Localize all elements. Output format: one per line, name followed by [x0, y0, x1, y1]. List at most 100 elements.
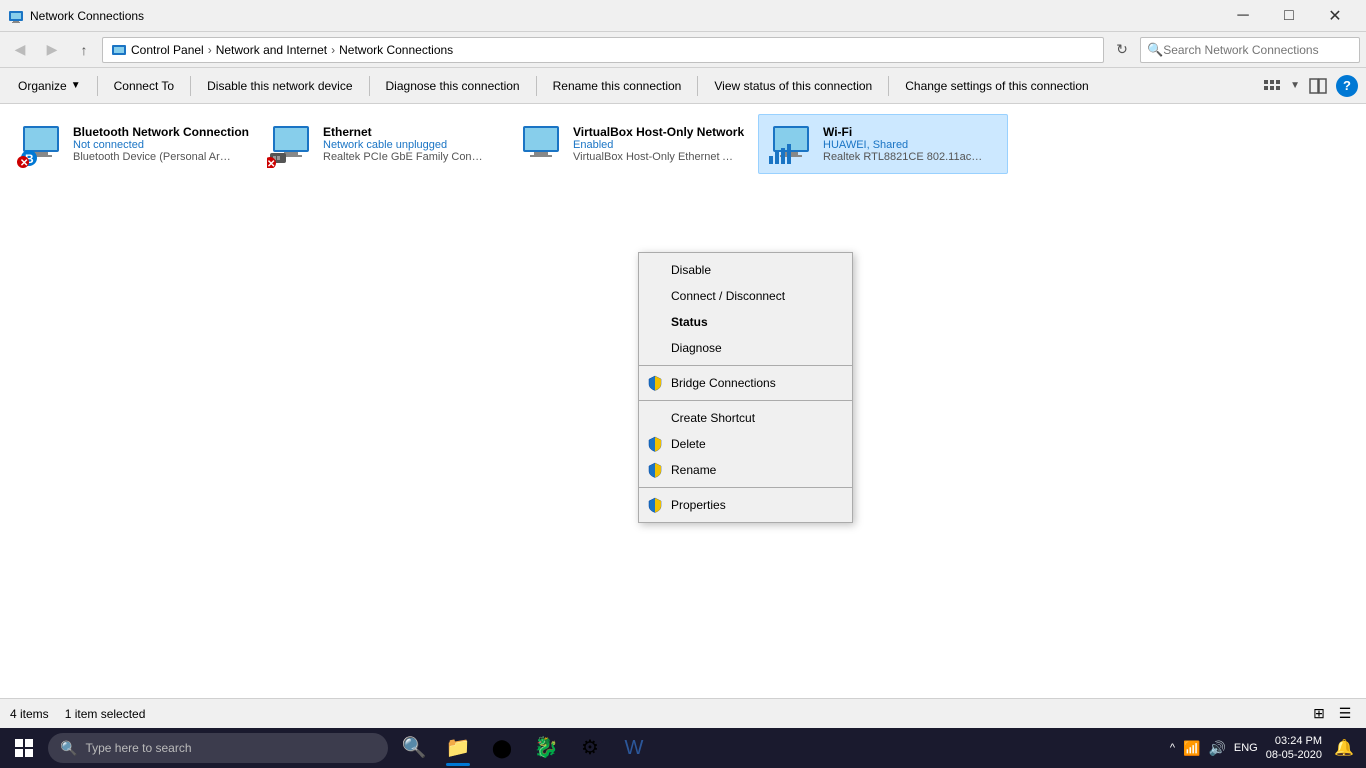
- title-bar-icon: [8, 8, 24, 24]
- organize-button[interactable]: Organize ▼: [8, 72, 91, 100]
- taskbar-chrome-icon: ⬤: [492, 739, 512, 757]
- back-button[interactable]: ◀: [6, 36, 34, 64]
- ctx-create-shortcut[interactable]: Create Shortcut: [639, 405, 852, 431]
- preview-pane-button[interactable]: [1304, 72, 1332, 100]
- path-network-internet: Network and Internet: [216, 43, 327, 57]
- delete-shield-icon: [647, 436, 663, 452]
- taskbar-app-chrome[interactable]: ⬤: [480, 728, 524, 768]
- taskbar: 🔍 Type here to search 🔍 📁 ⬤ 🐉 ⚙ W ^ 📶 🔊 …: [0, 728, 1366, 768]
- ctx-properties[interactable]: Properties: [639, 492, 852, 518]
- notification-button[interactable]: 🔔: [1330, 728, 1358, 768]
- ctx-delete[interactable]: Delete: [639, 431, 852, 457]
- bluetooth-name: Bluetooth Network Connection: [73, 125, 249, 139]
- ctx-bridge[interactable]: Bridge Connections: [639, 370, 852, 396]
- network-item-virtualbox[interactable]: VirtualBox Host-Only Network Enabled Vir…: [508, 114, 758, 174]
- taskbar-clock[interactable]: 03:24 PM 08-05-2020: [1266, 734, 1322, 763]
- clock-time: 03:24 PM: [1266, 734, 1322, 748]
- path-network-connections: Network Connections: [339, 43, 453, 57]
- ctx-sep-3: [639, 487, 852, 488]
- taskbar-app-word[interactable]: W: [612, 728, 656, 768]
- status-view-controls: ⊞ ☰: [1308, 703, 1356, 725]
- toolbar-separator-5: [697, 76, 698, 96]
- help-button[interactable]: ?: [1336, 75, 1358, 97]
- view-status-button[interactable]: View status of this connection: [704, 72, 882, 100]
- status-view-btn-2[interactable]: ☰: [1334, 703, 1356, 725]
- context-menu: Disable Connect / Disconnect Status Diag…: [638, 252, 853, 523]
- view-options-icon: [1262, 76, 1282, 96]
- maximize-button[interactable]: □: [1266, 0, 1312, 32]
- ctx-disable[interactable]: Disable: [639, 257, 852, 283]
- wifi-name: Wi-Fi: [823, 125, 983, 139]
- window-title: Network Connections: [30, 9, 1220, 23]
- bluetooth-icon-wrap: B ✕: [17, 120, 65, 168]
- items-count: 4 items: [10, 707, 49, 721]
- ctx-diagnose[interactable]: Diagnose: [639, 335, 852, 361]
- window-controls: ─ □ ✕: [1220, 0, 1358, 32]
- up-button[interactable]: ↑: [70, 36, 98, 64]
- network-item-wifi[interactable]: Wi-Fi HUAWEI, Shared Realtek RTL8821CE 8…: [758, 114, 1008, 174]
- content-area: B ✕ Bluetooth Network Connection Not con…: [0, 104, 1366, 698]
- rename-button[interactable]: Rename this connection: [543, 72, 692, 100]
- search-box[interactable]: 🔍: [1140, 37, 1360, 63]
- address-path[interactable]: Control Panel › Network and Internet › N…: [102, 37, 1104, 63]
- start-button[interactable]: [0, 728, 48, 768]
- ethernet-status: Network cable unplugged: [323, 139, 483, 151]
- address-bar: ◀ ▶ ↑ Control Panel › Network and Intern…: [0, 32, 1366, 68]
- ctx-sep-1: [639, 365, 852, 366]
- taskbar-app-settings[interactable]: ⚙: [568, 728, 612, 768]
- toolbar-separator-2: [190, 76, 191, 96]
- network-item-bluetooth[interactable]: B ✕ Bluetooth Network Connection Not con…: [8, 114, 258, 174]
- connect-to-button[interactable]: Connect To: [104, 72, 185, 100]
- change-settings-button[interactable]: Change settings of this connection: [895, 72, 1098, 100]
- virtualbox-status: Enabled: [573, 139, 744, 151]
- ctx-sep-2: [639, 400, 852, 401]
- bluetooth-network-icon: B ✕: [17, 120, 65, 168]
- taskbar-apps: 🔍 📁 ⬤ 🐉 ⚙ W: [392, 728, 656, 768]
- forward-button[interactable]: ▶: [38, 36, 66, 64]
- taskbar-settings-icon: ⚙: [581, 738, 599, 758]
- search-icon: 🔍: [1147, 42, 1163, 58]
- ethernet-network-icon: ✕: [267, 120, 315, 168]
- status-view-btn-1[interactable]: ⊞: [1308, 703, 1330, 725]
- ctx-status[interactable]: Status: [639, 309, 852, 335]
- taskbar-search-app-icon: 🔍: [402, 738, 427, 758]
- wifi-desc: Realtek RTL8821CE 802.11ac PCIe ...: [823, 151, 983, 163]
- taskbar-search[interactable]: 🔍 Type here to search: [48, 733, 388, 763]
- wifi-info: Wi-Fi HUAWEI, Shared Realtek RTL8821CE 8…: [823, 125, 983, 163]
- toolbar-separator-1: [97, 76, 98, 96]
- tray-volume-icon: 🔊: [1208, 740, 1225, 757]
- toolbar-view-controls: ▼ ?: [1258, 72, 1358, 100]
- ethernet-name: Ethernet: [323, 125, 483, 139]
- wifi-icon-wrap: [767, 120, 815, 168]
- taskbar-app-search[interactable]: 🔍: [392, 728, 436, 768]
- properties-shield-icon: [647, 497, 663, 513]
- virtualbox-desc: VirtualBox Host-Only Ethernet Ad...: [573, 151, 733, 163]
- tray-network-icon: 📶: [1183, 740, 1200, 757]
- ctx-connect-disconnect[interactable]: Connect / Disconnect: [639, 283, 852, 309]
- network-items-container: B ✕ Bluetooth Network Connection Not con…: [0, 104, 1366, 184]
- taskbar-active-indicator: [446, 763, 470, 766]
- minimize-button[interactable]: ─: [1220, 0, 1266, 32]
- taskbar-app-explorer[interactable]: 📁: [436, 728, 480, 768]
- virtualbox-name: VirtualBox Host-Only Network: [573, 125, 744, 139]
- disable-button[interactable]: Disable this network device: [197, 72, 362, 100]
- toolbar-separator-4: [536, 76, 537, 96]
- wifi-network-icon: [767, 120, 815, 168]
- windows-icon: [15, 739, 33, 757]
- status-bar: 4 items 1 item selected ⊞ ☰: [0, 698, 1366, 728]
- tray-expand-icon[interactable]: ^: [1170, 742, 1175, 754]
- search-input[interactable]: [1163, 43, 1353, 57]
- diagnose-button[interactable]: Diagnose this connection: [376, 72, 530, 100]
- close-button[interactable]: ✕: [1312, 0, 1358, 32]
- view-options-button[interactable]: [1258, 72, 1286, 100]
- network-item-ethernet[interactable]: ✕ Ethernet Network cable unplugged Realt…: [258, 114, 508, 174]
- ctx-rename[interactable]: Rename: [639, 457, 852, 483]
- taskbar-app-browser2[interactable]: 🐉: [524, 728, 568, 768]
- ethernet-desc: Realtek PCIe GbE Family Controller: [323, 151, 483, 163]
- refresh-button[interactable]: ↻: [1108, 36, 1136, 64]
- toolbar: Organize ▼ Connect To Disable this netwo…: [0, 68, 1366, 104]
- virtualbox-network-icon: [517, 120, 565, 168]
- taskbar-browser2-icon: 🐉: [534, 738, 559, 758]
- toolbar-separator-3: [369, 76, 370, 96]
- ethernet-icon-wrap: ✕: [267, 120, 315, 168]
